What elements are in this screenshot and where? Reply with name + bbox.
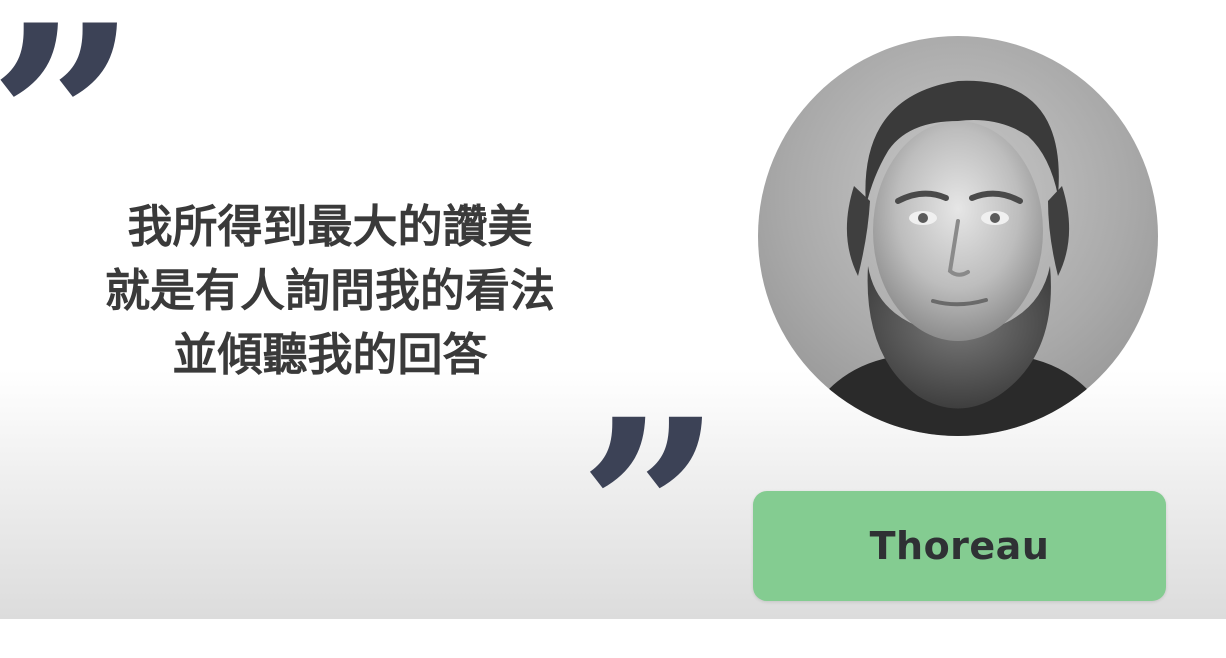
quote-line-2: 就是有人詢問我的看法 bbox=[104, 264, 555, 317]
hair-side-right bbox=[1048, 186, 1070, 276]
quote-line-1: 我所得到最大的讚美 bbox=[127, 200, 533, 253]
close-quote-mark: ” bbox=[578, 364, 722, 658]
pupil-right bbox=[990, 213, 1000, 223]
name-badge: Thoreau bbox=[753, 491, 1166, 601]
portrait-illustration bbox=[798, 80, 1118, 436]
quote-text: 我所得到最大的讚美 就是有人詢問我的看法 並傾聽我的回答 bbox=[40, 195, 620, 387]
name-label: Thoreau bbox=[869, 524, 1050, 568]
hair-side-left bbox=[846, 186, 870, 276]
quote-line-3: 並傾聽我的回答 bbox=[172, 328, 488, 381]
portrait-photo bbox=[758, 36, 1158, 436]
pupil-left bbox=[918, 213, 928, 223]
